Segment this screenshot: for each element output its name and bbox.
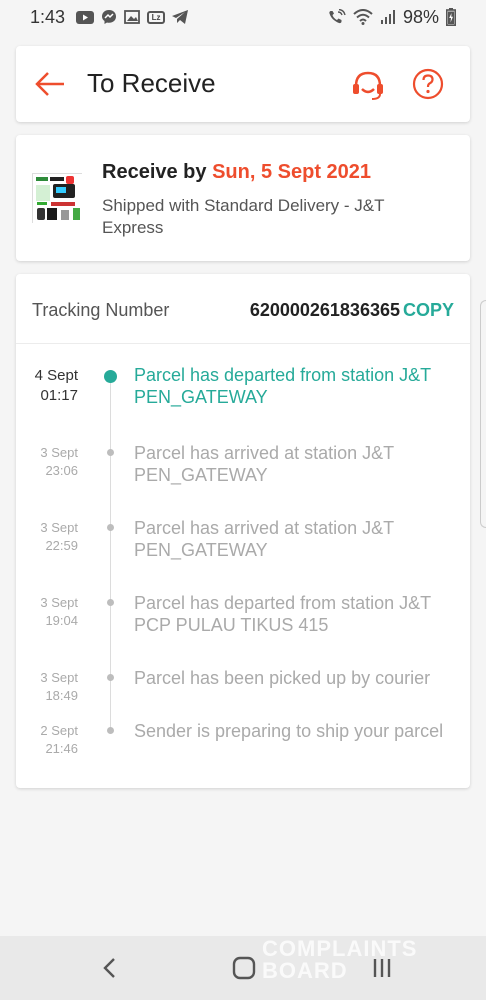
event-time: 18:49 <box>45 688 78 703</box>
tracking-number: 620000261836365 <box>249 300 400 320</box>
wifi-calling-icon <box>328 9 346 25</box>
header-card: To Receive <box>16 46 470 122</box>
chevron-left-icon <box>103 958 115 978</box>
status-dot <box>107 524 114 531</box>
product-thumbnail <box>32 173 83 224</box>
messenger-icon <box>101 9 117 25</box>
event-day: 3 Sept <box>40 595 78 610</box>
receive-by-label: Receive by <box>102 161 207 183</box>
event-date: 3 Sept 22:59 <box>16 519 78 555</box>
lazada-icon: Lz <box>147 10 166 24</box>
copy-button[interactable]: COPY <box>403 300 454 321</box>
event-description: Parcel has been picked up by courier <box>134 668 431 688</box>
nav-back-button[interactable] <box>100 956 120 980</box>
status-time: 1:43 <box>30 6 66 27</box>
delivery-card[interactable]: Receive by Sun, 5 Sept 2021 Shipped with… <box>16 135 470 261</box>
battery-icon <box>446 8 456 26</box>
tracking-number-label: Tracking Number <box>32 300 170 320</box>
edge-panel-handle[interactable] <box>480 300 486 528</box>
status-dot <box>107 674 114 681</box>
tracking-header: Tracking Number 620000261836365 COPY <box>16 274 470 344</box>
event-time: 23:06 <box>45 463 78 478</box>
event-time: 01:17 <box>40 387 78 404</box>
event-date: 2 Sept 21:46 <box>16 722 78 758</box>
event-description: Parcel has arrived at station J&T PEN_GA… <box>134 443 394 485</box>
event-date: 4 Sept 01:17 <box>16 366 78 406</box>
receive-date: Sun, 5 Sept 2021 <box>212 161 372 183</box>
current-status-dot <box>104 370 117 383</box>
status-dot <box>107 727 114 734</box>
event-day: 2 Sept <box>40 723 78 738</box>
event-description: Sender is preparing to ship your parcel <box>134 721 444 741</box>
youtube-icon <box>76 10 95 24</box>
headset-icon <box>353 71 383 100</box>
watermark-line2: BOARD <box>262 958 348 983</box>
tracking-card: Tracking Number 620000261836365 COPY 4 S… <box>16 274 470 788</box>
status-dot <box>107 599 114 606</box>
event-time: 19:04 <box>45 613 78 628</box>
event-description: Parcel has arrived at station J&T PEN_GA… <box>134 518 394 560</box>
event-date: 3 Sept 19:04 <box>16 594 78 630</box>
question-circle-icon <box>412 68 444 100</box>
shipping-method: Shipped with Standard Delivery - J&T Exp… <box>102 196 385 237</box>
event-date: 3 Sept 18:49 <box>16 669 78 705</box>
event-time: 22:59 <box>45 538 78 553</box>
back-button[interactable] <box>34 68 66 100</box>
event-day: 4 Sept <box>34 367 78 384</box>
wifi-icon <box>353 9 373 25</box>
event-date: 3 Sept 23:06 <box>16 444 78 480</box>
telegram-icon <box>172 10 189 24</box>
image-icon <box>124 10 140 24</box>
page-title: To Receive <box>87 68 216 98</box>
status-bar: 1:43 Lz 98% <box>0 0 486 34</box>
status-left: 1:43 Lz <box>30 6 189 28</box>
battery-percent: 98% <box>402 6 439 27</box>
event-description: Parcel has departed from station J&T PCP… <box>134 593 431 635</box>
status-right: 98% <box>328 7 456 28</box>
watermark-logo: COMPLAINTS BOARD <box>228 936 448 984</box>
event-day: 3 Sept <box>40 520 78 535</box>
event-time: 21:46 <box>45 741 78 756</box>
event-day: 3 Sept <box>40 670 78 685</box>
receive-by-line: Receive by Sun, 5 Sept 2021 <box>102 161 371 184</box>
event-description: Parcel has departed from station J&T PEN… <box>134 365 431 407</box>
status-dot <box>107 449 114 456</box>
help-button[interactable] <box>412 68 444 100</box>
customer-support-button[interactable] <box>351 68 385 102</box>
arrow-left-icon <box>35 72 64 96</box>
watermark-line1: COMPLAINTS <box>262 936 418 961</box>
signal-icon <box>380 9 396 25</box>
event-day: 3 Sept <box>40 445 78 460</box>
